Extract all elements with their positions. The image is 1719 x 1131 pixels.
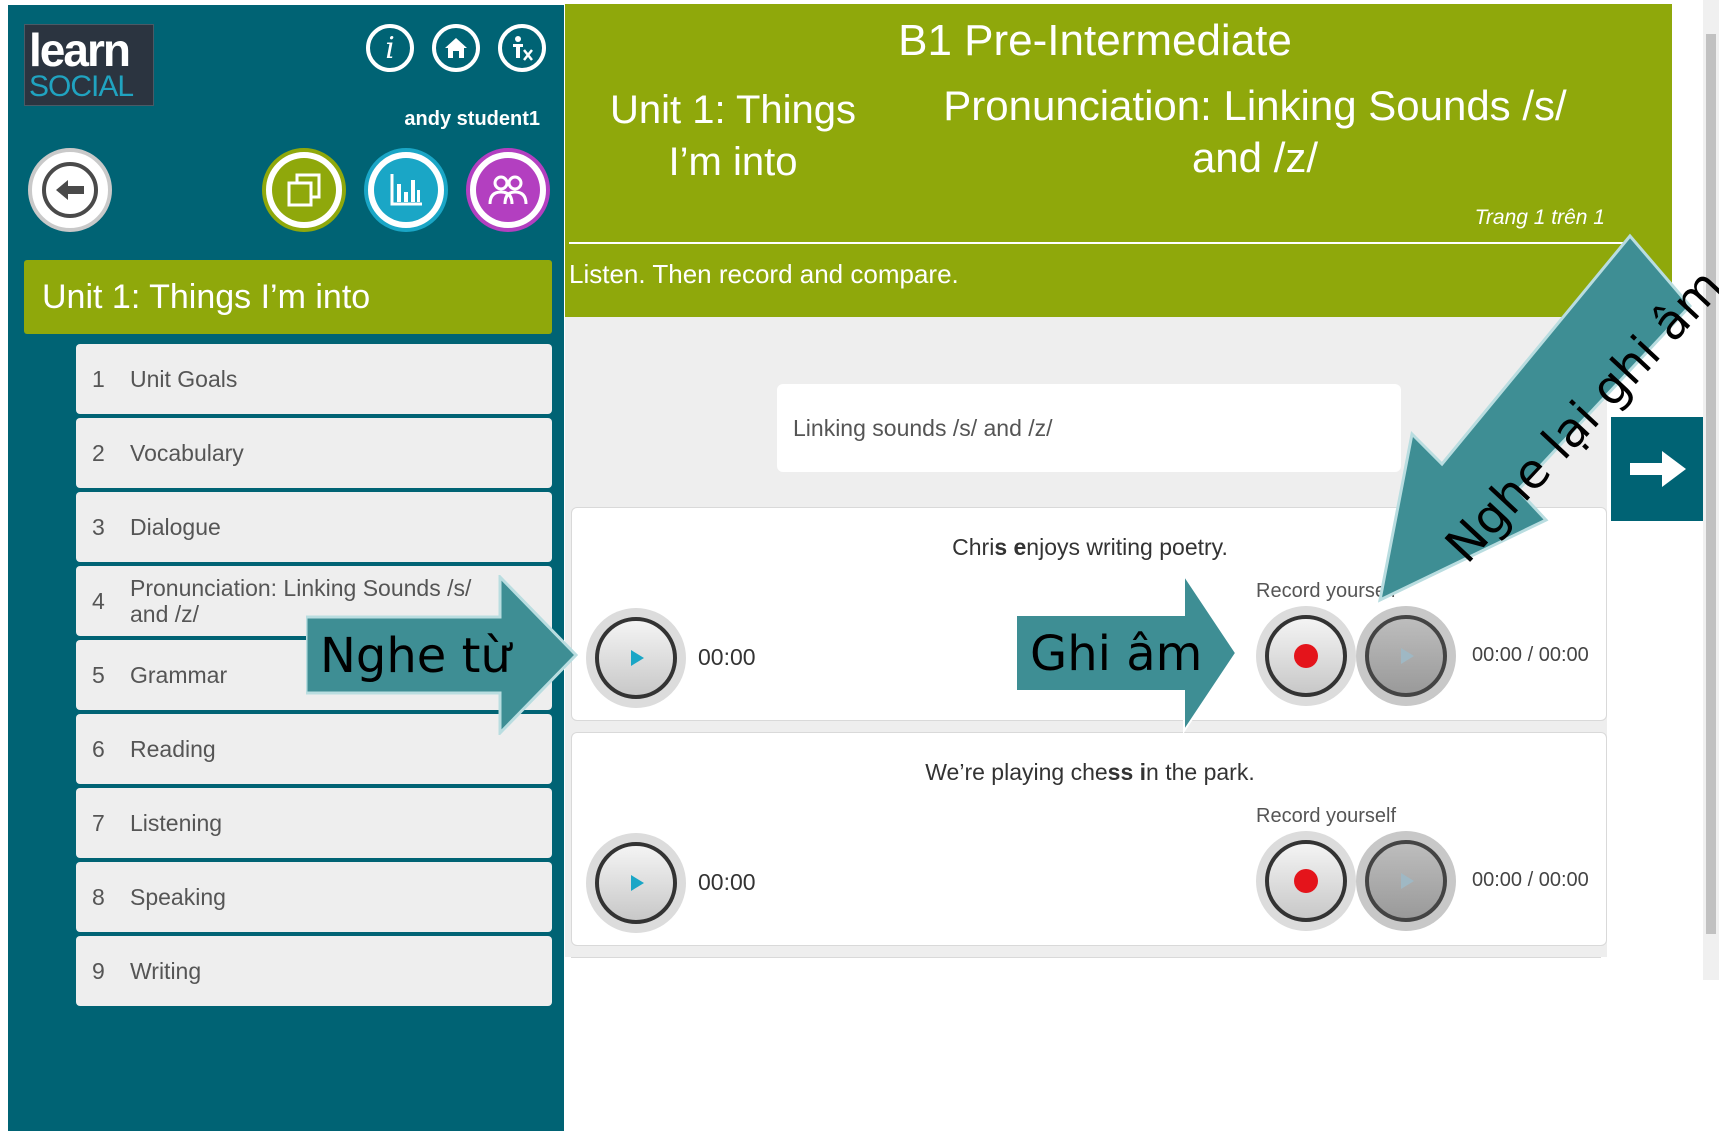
menu-item-label: Unit Goals bbox=[130, 366, 238, 392]
back-button[interactable] bbox=[28, 148, 112, 232]
username: andy student1 bbox=[404, 108, 540, 130]
menu-item-label: Speaking bbox=[130, 884, 226, 910]
menu-item-number: 6 bbox=[92, 736, 105, 762]
lesson-title: Pronunciation: Linking Sounds /s/ and /z… bbox=[943, 82, 1567, 181]
linking-sound-highlight: e bbox=[1013, 534, 1027, 560]
home-icon[interactable] bbox=[432, 24, 480, 72]
community-button[interactable] bbox=[466, 148, 550, 232]
exercise-card: We’re playing chess in the park. 00:00 R… bbox=[571, 732, 1607, 946]
accessibility-icon[interactable] bbox=[498, 24, 546, 72]
learn-social-logo: learn SOCIAL bbox=[24, 24, 154, 106]
sentence-fragment: Chri bbox=[952, 534, 995, 560]
menu-item-vocabulary[interactable]: 2 Vocabulary bbox=[76, 418, 552, 488]
menu-item-number: 9 bbox=[92, 958, 105, 984]
menu-item-label: Dialogue bbox=[130, 514, 221, 540]
replay-callout-arrow bbox=[1377, 233, 1693, 603]
menu-item-unit-goals[interactable]: 1 Unit Goals bbox=[76, 344, 552, 414]
menu-item-number: 2 bbox=[92, 440, 105, 466]
logo-line2: SOCIAL bbox=[29, 70, 134, 103]
menu-item-dialogue[interactable]: 3 Dialogue bbox=[76, 492, 552, 562]
instruction-text: Listen. Then record and compare. bbox=[569, 259, 959, 289]
sentence-text: We’re playing chess in the park. bbox=[572, 759, 1608, 786]
record-icon bbox=[1294, 644, 1318, 668]
menu-item-number: 5 bbox=[92, 662, 105, 688]
play-icon bbox=[1401, 873, 1414, 889]
menu-item-number: 7 bbox=[92, 810, 105, 836]
playback-button[interactable] bbox=[1356, 606, 1456, 706]
menu-item-label: Vocabulary bbox=[130, 440, 244, 466]
play-icon bbox=[631, 650, 644, 666]
unit-title: Unit 1: Things I’m into bbox=[609, 88, 857, 184]
people-icon bbox=[488, 175, 528, 205]
record-button[interactable] bbox=[1256, 606, 1356, 706]
linking-sound-highlight: ss bbox=[1107, 759, 1134, 785]
logo-line1: learn bbox=[29, 24, 131, 76]
play-icon bbox=[631, 875, 644, 891]
sentence-fragment: We’re playing che bbox=[925, 759, 1108, 785]
copy-button[interactable] bbox=[262, 148, 346, 232]
linking-sound-highlight: s bbox=[994, 534, 1008, 560]
sidebar-unit-title[interactable]: Unit 1: Things I’m into bbox=[24, 260, 552, 334]
record-icon bbox=[1294, 869, 1318, 893]
record-callout-label: Ghi âm bbox=[1030, 626, 1203, 682]
menu-item-speaking[interactable]: 8 Speaking bbox=[76, 862, 552, 932]
back-arrow-icon bbox=[42, 162, 98, 218]
record-label: Record yourself bbox=[1256, 805, 1397, 827]
playback-button[interactable] bbox=[1356, 831, 1456, 931]
listen-callout-label: Nghe từ bbox=[320, 628, 511, 684]
page-indicator: Trang 1 trên 1 bbox=[1474, 206, 1605, 229]
menu-item-listening[interactable]: 7 Listening bbox=[76, 788, 552, 858]
menu-item-number: 3 bbox=[92, 514, 105, 540]
audio-time: 00:00 bbox=[698, 869, 756, 895]
play-button[interactable] bbox=[586, 608, 686, 708]
topic-box: Linking sounds /s/ and /z/ bbox=[777, 384, 1401, 472]
course-title: B1 Pre-Intermediate bbox=[898, 16, 1292, 65]
menu-item-label: Listening bbox=[130, 810, 223, 836]
sentence-fragment: njoys writing poetry. bbox=[1026, 534, 1228, 560]
record-button[interactable] bbox=[1256, 831, 1356, 931]
info-icon[interactable]: i bbox=[366, 24, 414, 72]
menu-item-number: 8 bbox=[92, 884, 105, 910]
recording-time: 00:00 / 00:00 bbox=[1472, 644, 1589, 666]
bar-chart-icon bbox=[390, 174, 422, 206]
menu-item-writing[interactable]: 9 Writing bbox=[76, 936, 552, 1006]
menu-item-label: Writing bbox=[130, 958, 202, 984]
sentence-fragment: n the park. bbox=[1146, 759, 1255, 785]
play-button[interactable] bbox=[586, 833, 686, 933]
next-card-edge bbox=[571, 957, 1601, 958]
menu-item-number: 1 bbox=[92, 366, 105, 392]
recording-time: 00:00 / 00:00 bbox=[1472, 869, 1589, 891]
play-icon bbox=[1401, 648, 1414, 664]
menu-item-number: 4 bbox=[92, 588, 105, 614]
audio-time: 00:00 bbox=[698, 644, 756, 670]
copy-icon bbox=[287, 173, 321, 207]
progress-button[interactable] bbox=[364, 148, 448, 232]
